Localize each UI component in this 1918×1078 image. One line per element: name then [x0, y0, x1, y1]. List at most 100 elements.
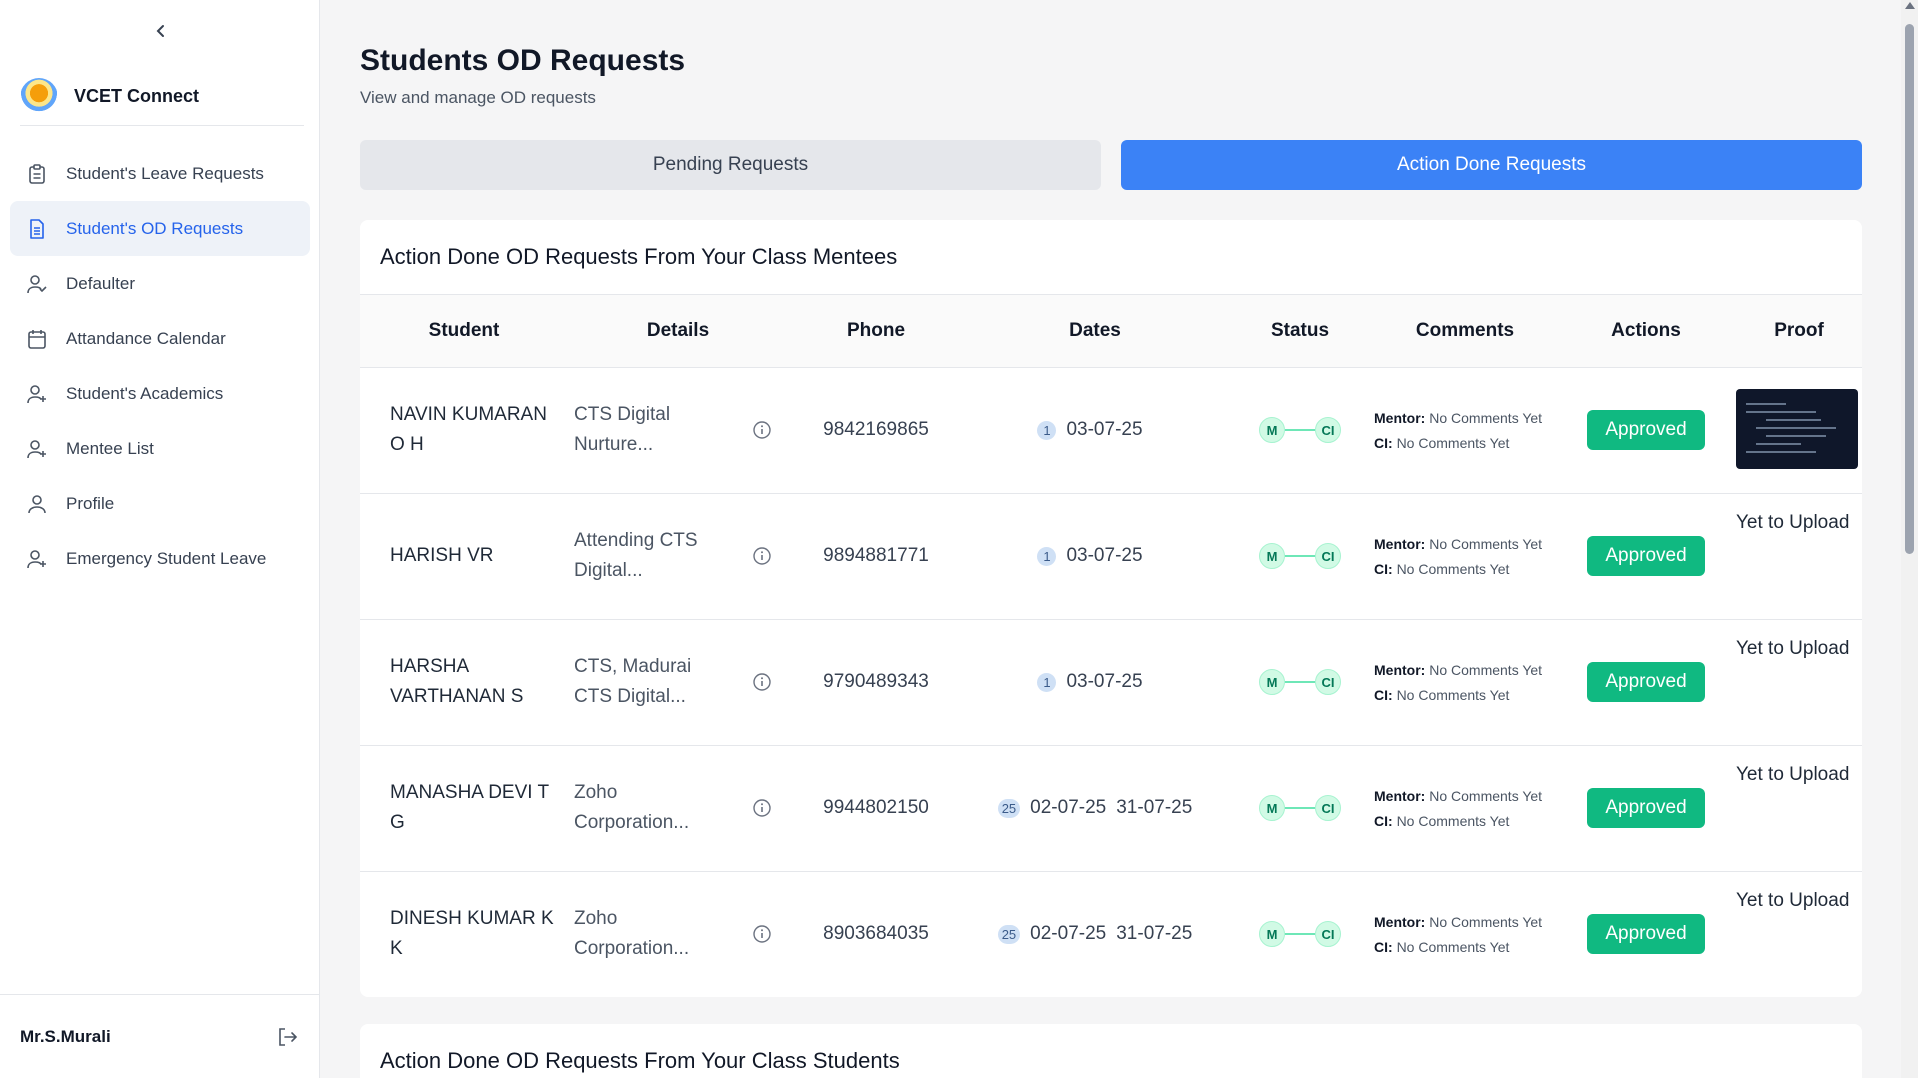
day-count-badge: 25 [997, 798, 1021, 818]
sidebar-footer: Mr.S.Murali [0, 994, 320, 1078]
approved-button[interactable]: Approved [1587, 662, 1705, 702]
start-date: 03-07-25 [1066, 545, 1143, 566]
mentor-comment-label: Mentor: [1374, 661, 1426, 678]
day-count-badge: 1 [1037, 420, 1057, 440]
logout-icon [279, 1027, 298, 1046]
od-details: CTS, Madurai CTS Digital... [574, 656, 692, 707]
proof-status: Yet to Upload [1736, 763, 1850, 785]
sidebar-item-emergency-leave[interactable]: Emergency Student Leave [10, 531, 310, 586]
info-icon[interactable] [752, 798, 772, 818]
end-date: 31-07-25 [1116, 797, 1193, 818]
day-count-badge: 1 [1037, 672, 1057, 692]
sidebar-item-label: Emergency Student Leave [66, 548, 267, 568]
info-icon[interactable] [752, 546, 772, 566]
scroll-up-arrow-icon[interactable] [1905, 2, 1915, 9]
sidebar-item-profile[interactable]: Profile [10, 476, 310, 531]
mentor-status-chip: M [1259, 921, 1285, 948]
sidebar-item-attendance-calendar[interactable]: Attandance Calendar [10, 311, 310, 366]
app-name: VCET Connect [74, 86, 200, 106]
sidebar-item-label: Profile [66, 493, 115, 513]
page-subtitle: View and manage OD requests [360, 88, 596, 107]
day-count-badge: 25 [997, 924, 1021, 944]
sidebar-item-academics[interactable]: Student's Academics [10, 366, 310, 421]
brand[interactable]: VCET Connect [20, 76, 304, 126]
user-plus-icon [27, 439, 46, 458]
approved-button[interactable]: Approved [1587, 410, 1705, 450]
ci-comment: No Comments Yet [1396, 434, 1510, 451]
scrollbar-thumb[interactable] [1905, 24, 1914, 554]
approval-status: M CI [1226, 669, 1374, 695]
ci-status-chip: CI [1315, 669, 1341, 695]
mentor-comment-label: Mentor: [1374, 787, 1426, 804]
sidebar-item-mentee-list[interactable]: Mentee List [10, 421, 310, 476]
ci-status-chip: CI [1315, 417, 1341, 443]
approved-button[interactable]: Approved [1587, 914, 1705, 955]
mentor-comment: No Comments Yet [1429, 787, 1543, 804]
approved-button[interactable]: Approved [1587, 536, 1705, 576]
comments: Mentor: No Comments Yet CI: No Comments Y… [1374, 786, 1556, 831]
status-connector [1285, 681, 1315, 683]
student-name: HARSHA VARTHANAN S [390, 656, 524, 707]
mentees-requests-card: Action Done OD Requests From Your Class … [360, 220, 1862, 997]
approval-status: M CI [1226, 921, 1374, 948]
logout-button[interactable] [274, 1024, 300, 1050]
mentor-status-chip: M [1259, 417, 1285, 443]
page-scrollbar[interactable] [1901, 0, 1918, 1078]
ci-comment-label: CI: [1374, 938, 1393, 955]
students-requests-card: Action Done OD Requests From Your Class … [360, 1024, 1862, 1078]
info-icon[interactable] [752, 924, 772, 944]
mentor-comment: No Comments Yet [1429, 913, 1543, 930]
proof-thumbnail[interactable] [1736, 389, 1858, 469]
od-requests-table: Student Details Phone Dates Status Comme… [360, 295, 1862, 997]
mentor-comment: No Comments Yet [1429, 661, 1543, 678]
od-details: Attending CTS Digital... [574, 530, 698, 581]
info-icon[interactable] [752, 420, 772, 440]
comments: Mentor: No Comments Yet CI: No Comments Y… [1374, 660, 1556, 705]
sidebar-item-label: Student's Leave Requests [66, 163, 264, 183]
student-name: HARISH VR [390, 545, 494, 566]
day-count-badge: 1 [1037, 546, 1057, 566]
status-connector [1285, 933, 1315, 936]
mentor-comment: No Comments Yet [1429, 535, 1543, 552]
table-row: NAVIN KUMARAN O H CTS Digital Nurture...… [360, 367, 1862, 493]
sidebar-item-label: Attandance Calendar [66, 328, 226, 348]
user-name: Mr.S.Murali [20, 1026, 111, 1046]
start-date: 03-07-25 [1066, 671, 1143, 692]
start-date: 02-07-25 [1030, 923, 1107, 945]
mentor-status-chip: M [1259, 543, 1285, 569]
phone-number: 9790489343 [823, 671, 929, 692]
approval-status: M CI [1226, 543, 1374, 569]
ci-comment-label: CI: [1374, 686, 1393, 703]
sidebar-item-label: Student's Academics [66, 383, 224, 403]
proof-status: Yet to Upload [1736, 889, 1850, 911]
sidebar-item-defaulter[interactable]: Defaulter [10, 256, 310, 311]
comments: Mentor: No Comments Yet CI: No Comments Y… [1374, 912, 1556, 957]
ci-status-chip: CI [1315, 795, 1341, 821]
collapse-sidebar-button[interactable] [148, 18, 174, 44]
phone-number: 8903684035 [823, 923, 929, 945]
end-date: 31-07-25 [1116, 923, 1193, 945]
table-row: DINESH KUMAR K K Zoho Corporation... 890… [360, 871, 1862, 997]
sidebar-item-label: Mentee List [66, 438, 154, 458]
sidebar-item-od-requests[interactable]: Student's OD Requests [10, 201, 310, 256]
chevron-left-icon [156, 25, 164, 37]
sidebar-item-label: Student's OD Requests [66, 218, 244, 238]
column-header-status: Status [1270, 319, 1330, 341]
phone-number: 9944802150 [823, 797, 929, 818]
mentor-comment-label: Mentor: [1374, 913, 1426, 930]
mentor-status-chip: M [1259, 795, 1285, 821]
od-details: CTS Digital Nurture... [574, 404, 671, 455]
sidebar-item-leave-requests[interactable]: Student's Leave Requests [10, 146, 310, 201]
table-row: MANASHA DEVI T G Zoho Corporation... 994… [360, 745, 1862, 871]
student-name: NAVIN KUMARAN O H [390, 404, 547, 455]
column-header-dates: Dates [1069, 319, 1121, 341]
tab-action-done-requests[interactable]: Action Done Requests [1121, 140, 1862, 190]
approved-button[interactable]: Approved [1587, 788, 1705, 828]
clipboard-icon [29, 163, 45, 184]
info-icon[interactable] [752, 672, 772, 692]
request-tabs: Pending Requests Action Done Requests [360, 140, 1862, 190]
column-header-phone: Phone [846, 319, 906, 341]
ci-comment: No Comments Yet [1396, 812, 1510, 829]
tab-pending-requests[interactable]: Pending Requests [360, 140, 1101, 190]
sidebar-item-label: Defaulter [66, 273, 135, 293]
